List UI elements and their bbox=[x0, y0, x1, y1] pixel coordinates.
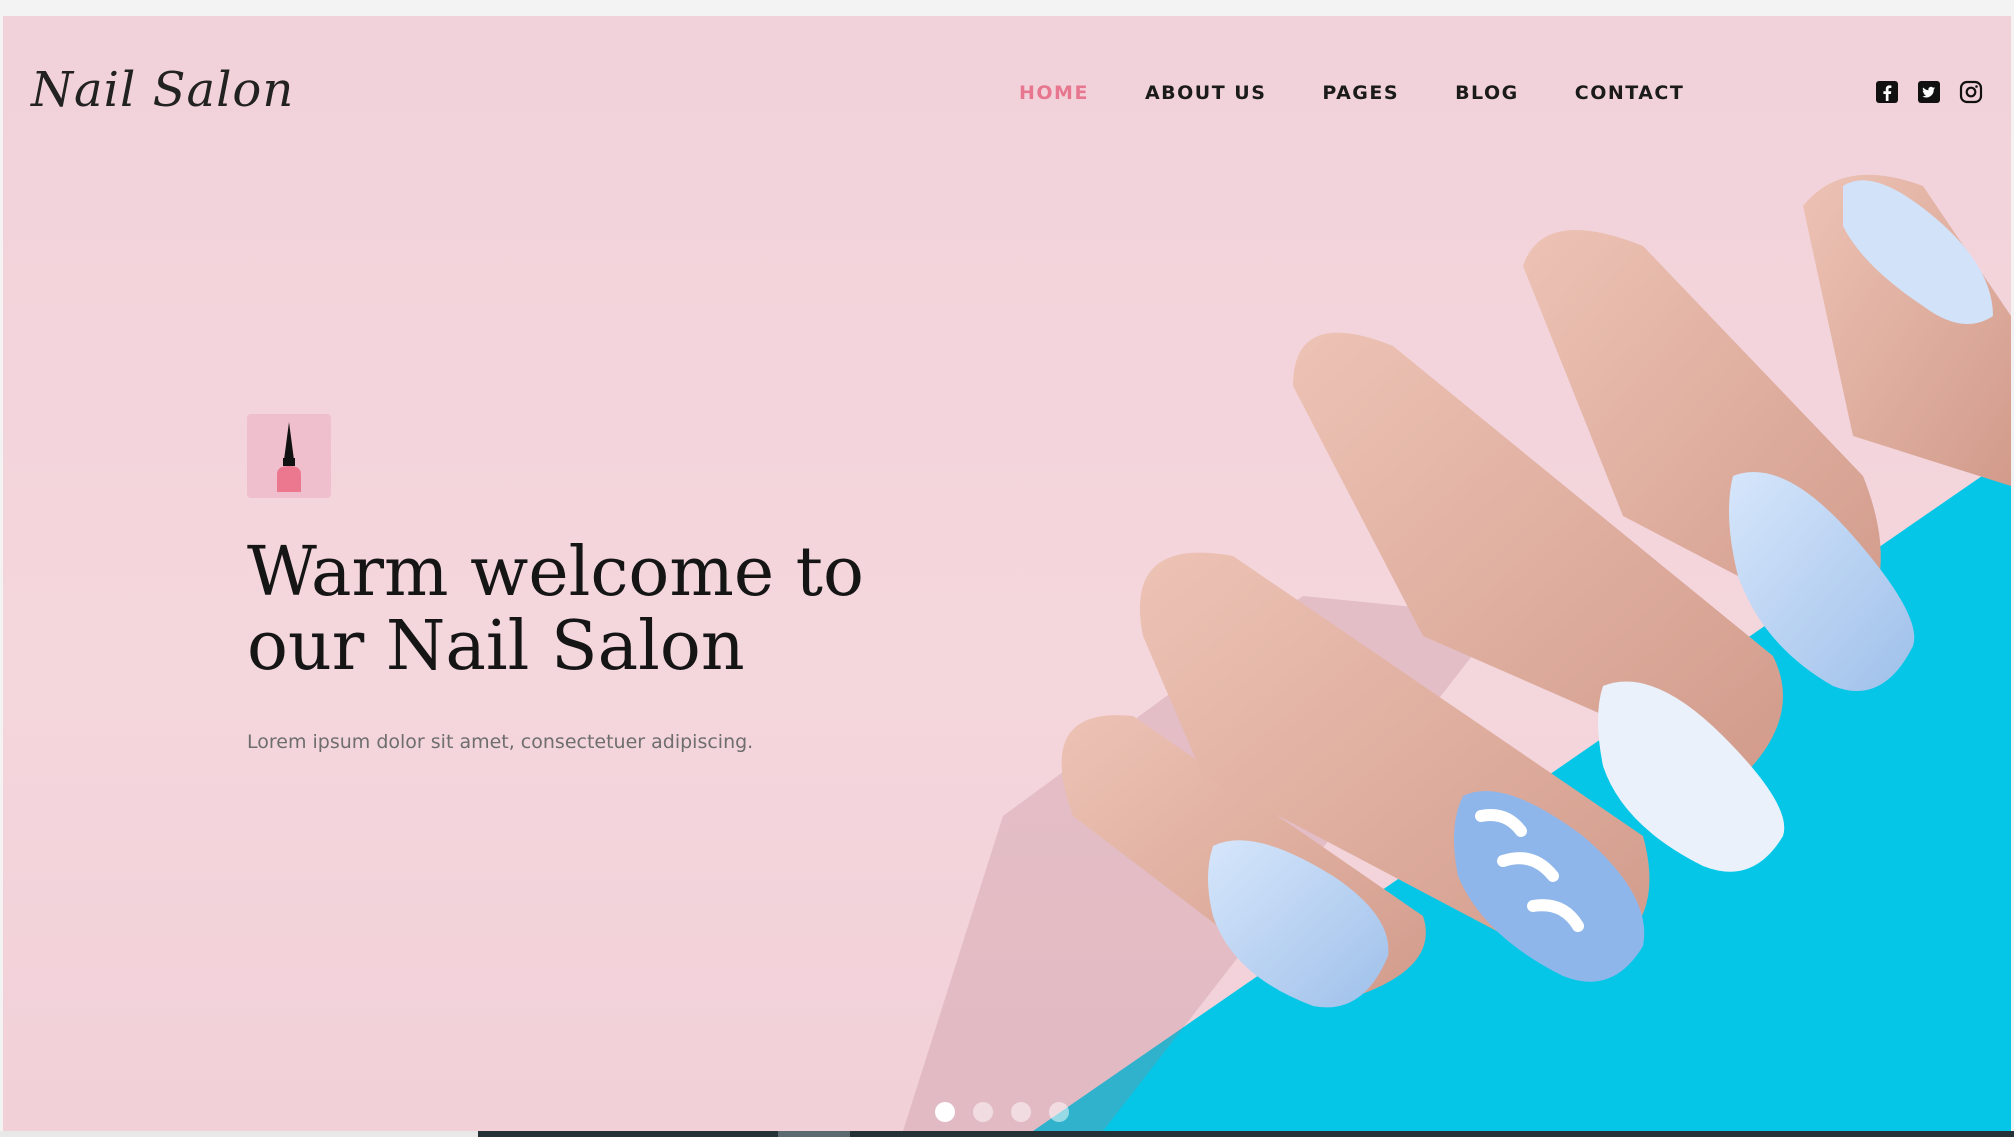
slider-dot-2[interactable] bbox=[973, 1102, 993, 1122]
instagram-icon[interactable] bbox=[1959, 80, 1983, 104]
nav-pages[interactable]: PAGES bbox=[1322, 82, 1399, 104]
hero-slider: Nail Salon HOME ABOUT US PAGES BLOG CONT… bbox=[3, 16, 2011, 1131]
hero-subtitle: Lorem ipsum dolor sit amet, consectetuer… bbox=[247, 731, 754, 753]
hero-title: Warm welcome to our Nail Salon bbox=[247, 536, 947, 684]
scrollbar-thumb[interactable] bbox=[778, 1131, 850, 1137]
slider-dot-3[interactable] bbox=[1011, 1102, 1031, 1122]
slider-dot-4[interactable] bbox=[1049, 1102, 1069, 1122]
hero-title-line1: Warm welcome to bbox=[247, 533, 864, 612]
facebook-icon[interactable] bbox=[1875, 80, 1899, 104]
slider-pagination bbox=[935, 1102, 1069, 1122]
twitter-icon[interactable] bbox=[1917, 80, 1941, 104]
social-links bbox=[1875, 80, 1983, 104]
scrollbar-track bbox=[478, 1131, 2014, 1137]
hero-title-line2: our Nail Salon bbox=[247, 607, 745, 686]
horizontal-scrollbar[interactable] bbox=[0, 1131, 2014, 1137]
main-nav: HOME ABOUT US PAGES BLOG CONTACT bbox=[1019, 82, 1740, 104]
nail-polish-icon bbox=[247, 414, 331, 498]
nav-home[interactable]: HOME bbox=[1019, 82, 1089, 104]
slider-dot-1[interactable] bbox=[935, 1102, 955, 1122]
nav-about-us[interactable]: ABOUT US bbox=[1145, 82, 1266, 104]
nav-blog[interactable]: BLOG bbox=[1455, 82, 1519, 104]
nav-contact[interactable]: CONTACT bbox=[1575, 82, 1685, 104]
site-logo[interactable]: Nail Salon bbox=[31, 62, 294, 118]
